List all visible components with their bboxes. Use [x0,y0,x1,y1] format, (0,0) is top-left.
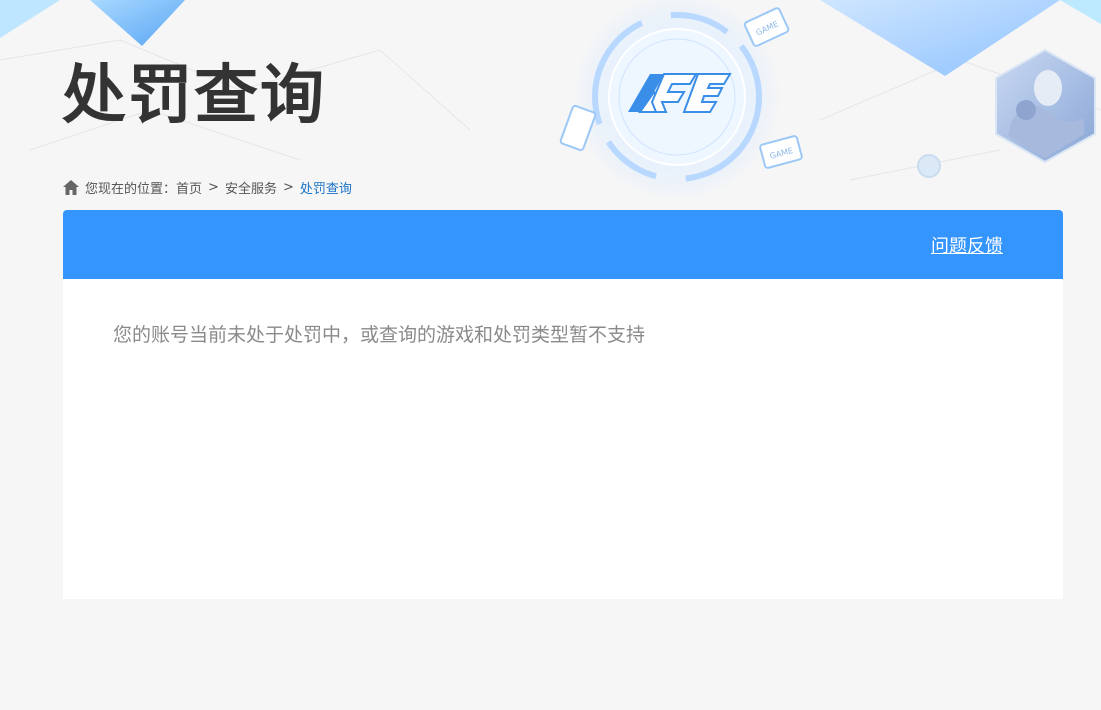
logo-ring-outer [592,12,762,182]
svg-text:GAME: GAME [769,146,794,161]
result-panel: 问题反馈 您的账号当前未处于处罚中，或查询的游戏和处罚类型暂不支持 [63,210,1063,599]
breadcrumb-current: 处罚查询 [299,181,352,197]
triangle-decor [1060,0,1101,24]
logo-glow [572,0,782,202]
panel-header: 问题反馈 [63,210,1063,279]
feedback-link[interactable]: 问题反馈 [931,232,1003,258]
game-badge-icon: GAME [743,7,790,47]
breadcrumb-link-security-services[interactable]: 安全服务 [225,178,277,197]
ace-logo-icon [628,73,732,113]
logo-ring-inner [608,28,746,166]
triangle-decor [820,0,1060,76]
bubble-decor [917,154,941,178]
character-avatar-icon [995,48,1096,164]
triangle-decor [0,0,60,38]
logo-ring-line [618,38,736,156]
breadcrumb-separator: > [208,179,219,195]
breadcrumb: 您现在的位置： 首页 > 安全服务 > 处罚查询 [63,178,352,197]
breadcrumb-separator: > [282,179,294,195]
breadcrumb-link-home[interactable]: 首页 [176,178,202,197]
page-title: 处罚查询 [62,59,326,133]
breadcrumb-prefix: 您现在的位置： [85,181,177,197]
result-message: 您的账号当前未处于处罚中，或查询的游戏和处罚类型暂不支持 [113,324,646,346]
triangle-decor [90,0,185,46]
game-badge-icon [559,104,597,152]
game-badge-icon: GAME [759,135,803,169]
home-icon [63,179,79,195]
svg-text:GAME: GAME [755,19,780,37]
